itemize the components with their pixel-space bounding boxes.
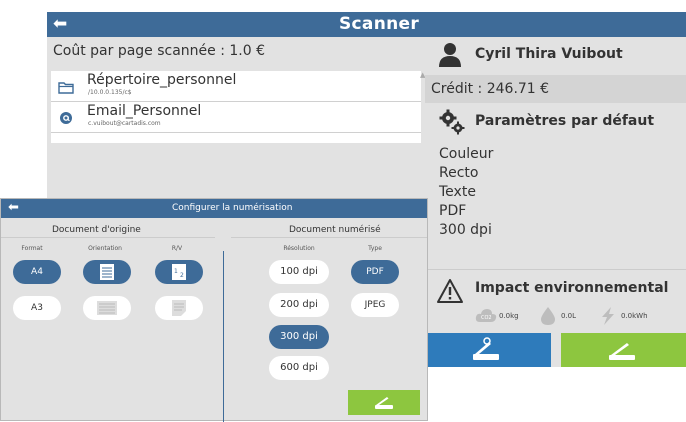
user-icon bbox=[438, 42, 462, 68]
source-section-label: Document d'origine bbox=[52, 225, 141, 235]
default-resolution: 300 dpi bbox=[439, 222, 492, 238]
default-sides: Recto bbox=[439, 165, 479, 181]
scanner-titlebar: ⬅ Scanner bbox=[47, 12, 686, 37]
destination-item-email[interactable]: Email_Personnel c.vuibout@cartadis.com bbox=[51, 102, 421, 133]
user-row: Cyril Thira Vuibout bbox=[425, 37, 686, 75]
default-color: Couleur bbox=[439, 146, 494, 162]
default-settings-header: Paramètres par défaut bbox=[425, 103, 686, 139]
scan-confirm-button[interactable] bbox=[348, 390, 420, 415]
cost-per-page: Coût par page scannée : 1.0 € bbox=[53, 43, 266, 59]
source-divider bbox=[1, 237, 215, 238]
simplex-page-icon bbox=[172, 299, 186, 316]
type-column-label: Type bbox=[368, 245, 382, 252]
destination-list: Répertoire_personnel /10.0.0.135/c$ Emai… bbox=[51, 71, 421, 143]
svg-text:CO2: CO2 bbox=[481, 315, 492, 321]
rv-column-label: R/V bbox=[171, 245, 183, 252]
format-column-label: Format bbox=[21, 245, 43, 252]
back-arrow-icon[interactable]: ⬅ bbox=[8, 200, 19, 216]
at-icon bbox=[58, 111, 74, 125]
energy-value: 0.0kWh bbox=[621, 312, 648, 320]
water-value: 0.0L bbox=[561, 312, 577, 320]
resolution-100-button[interactable]: 100 dpi bbox=[269, 260, 329, 284]
orientation-column-label: Orientation bbox=[88, 245, 122, 252]
format-a4-button[interactable]: A4 bbox=[13, 260, 61, 284]
portrait-page-icon bbox=[100, 263, 114, 280]
default-settings-list: Couleur Recto Texte PDF 300 dpi bbox=[439, 145, 679, 240]
destination-name: Répertoire_personnel bbox=[87, 72, 237, 88]
landscape-page-icon bbox=[97, 300, 117, 315]
water-drop-icon bbox=[537, 306, 559, 326]
environment-metrics: CO2 0.0kg 0.0L 0.0kWh bbox=[425, 305, 686, 329]
dialog-title: Configurer la numérisation bbox=[172, 203, 293, 213]
scanner-icon bbox=[375, 397, 393, 409]
simplex-button[interactable] bbox=[155, 296, 203, 320]
destination-email: c.vuibout@cartadis.com bbox=[88, 120, 161, 127]
destination-item-folder[interactable]: Répertoire_personnel /10.0.0.135/c$ bbox=[51, 71, 421, 102]
gears-icon bbox=[439, 109, 465, 135]
orientation-landscape-button[interactable] bbox=[83, 296, 131, 320]
type-jpeg-button[interactable]: JPEG bbox=[351, 293, 399, 317]
environment-header: Impact environnemental bbox=[425, 269, 686, 306]
user-name: Cyril Thira Vuibout bbox=[475, 46, 623, 62]
scanner-title: Scanner bbox=[339, 14, 420, 34]
target-divider bbox=[231, 237, 427, 238]
type-pdf-button[interactable]: PDF bbox=[351, 260, 399, 284]
svg-text:2: 2 bbox=[180, 272, 184, 279]
destination-path: /10.0.0.135/c$ bbox=[88, 89, 132, 96]
lightning-icon bbox=[597, 306, 619, 326]
format-a3-button[interactable]: A3 bbox=[13, 296, 61, 320]
dialog-titlebar: ⬅ Configurer la numérisation bbox=[1, 199, 427, 218]
resolution-200-button[interactable]: 200 dpi bbox=[269, 293, 329, 317]
default-settings-title: Paramètres par défaut bbox=[475, 113, 655, 129]
start-scan-button[interactable] bbox=[561, 333, 686, 367]
configure-scan-dialog: ⬅ Configurer la numérisation Document d'… bbox=[0, 198, 428, 422]
credit-row: Crédit : 246.71 € bbox=[425, 75, 686, 103]
default-type: PDF bbox=[439, 203, 467, 219]
svg-text:1: 1 bbox=[174, 268, 178, 275]
orientation-portrait-button[interactable] bbox=[83, 260, 131, 284]
dialog-vertical-divider bbox=[223, 251, 224, 422]
scanner-icon bbox=[609, 343, 635, 360]
co2-cloud-icon: CO2 bbox=[475, 306, 497, 326]
user-panel: Cyril Thira Vuibout Crédit : 246.71 € Pa… bbox=[425, 37, 686, 367]
target-section-label: Document numérisé bbox=[289, 225, 381, 235]
scanner-settings-icon bbox=[473, 337, 499, 360]
folder-icon bbox=[58, 80, 74, 94]
scan-settings-button[interactable] bbox=[425, 333, 551, 367]
destination-name: Email_Personnel bbox=[87, 103, 202, 119]
back-arrow-icon[interactable]: ⬅ bbox=[53, 14, 67, 34]
resolution-600-button[interactable]: 600 dpi bbox=[269, 356, 329, 380]
environment-title: Impact environnemental bbox=[475, 280, 669, 296]
default-mode: Texte bbox=[439, 184, 476, 200]
co2-value: 0.0kg bbox=[499, 312, 519, 320]
recycle-warning-icon bbox=[436, 278, 464, 304]
duplex-button[interactable]: 12 bbox=[155, 260, 203, 284]
resolution-300-button[interactable]: 300 dpi bbox=[269, 325, 329, 349]
duplex-page-icon: 12 bbox=[172, 263, 186, 280]
credit-value: Crédit : 246.71 € bbox=[431, 81, 550, 97]
resolution-column-label: Résolution bbox=[283, 245, 315, 252]
